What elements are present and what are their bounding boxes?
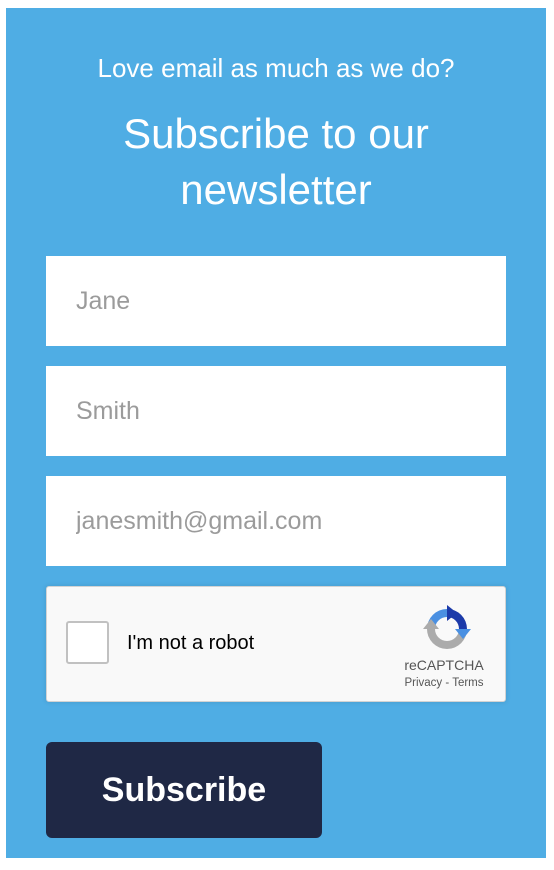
recaptcha-checkbox[interactable] <box>66 621 109 664</box>
subscribe-button[interactable]: Subscribe <box>46 742 322 838</box>
recaptcha-logo-icon <box>423 605 471 649</box>
recaptcha-terms-link[interactable]: Terms <box>452 677 483 689</box>
recaptcha-brand: reCAPTCHA <box>404 657 484 673</box>
newsletter-signup-panel: Love email as much as we do? Subscribe t… <box>6 8 546 858</box>
recaptcha-widget: I'm not a robot reCAPTCHA Privacy - Term… <box>46 586 506 702</box>
recaptcha-links-separator: - <box>442 677 453 689</box>
newsletter-kicker: Love email as much as we do? <box>97 53 455 83</box>
email-input[interactable] <box>46 476 506 566</box>
recaptcha-links: Privacy - Terms <box>387 677 501 689</box>
last-name-input[interactable] <box>46 366 506 456</box>
newsletter-headline: Subscribe to our newsletter <box>123 110 429 213</box>
first-name-input[interactable] <box>46 256 506 346</box>
recaptcha-checkbox-label: I'm not a robot <box>127 632 255 654</box>
recaptcha-privacy-link[interactable]: Privacy <box>404 677 442 689</box>
